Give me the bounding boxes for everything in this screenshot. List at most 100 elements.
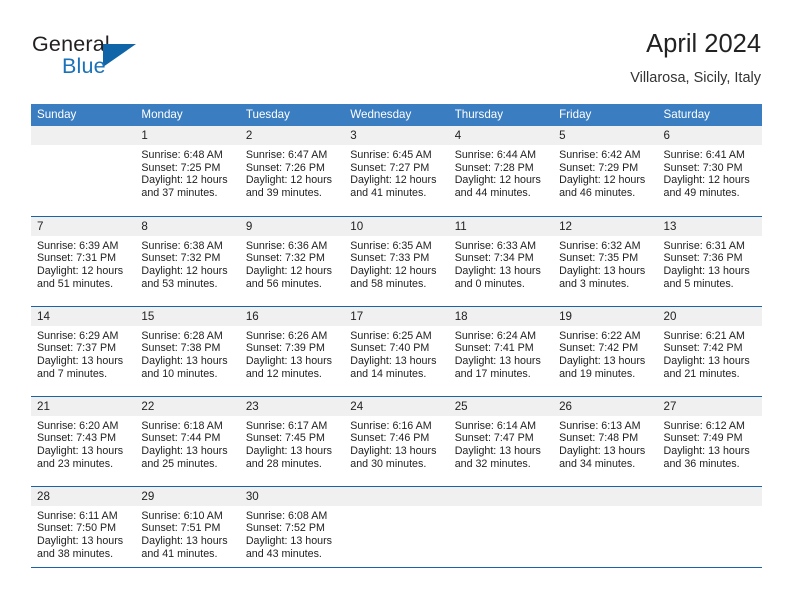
day-cell-inner: 4 Sunrise: 6:44 AM Sunset: 7:28 PM Daylight… bbox=[448, 126, 554, 216]
calendar-day-cell[interactable]: 12 Sunrise: 6:32 AM Sunset: 7:35 PM Dayligh… bbox=[553, 215, 658, 306]
calendar-day-cell[interactable]: 22 Sunrise: 6:18 AM Sunset: 7:44 PM Dayligh… bbox=[135, 395, 240, 486]
day-number: 5 bbox=[553, 126, 658, 145]
sunrise-text: Sunrise: 6:42 AM bbox=[559, 149, 641, 161]
day-cell-details: Sunrise: 6:14 AM Sunset: 7:47 PM Daylight:… bbox=[449, 416, 553, 471]
calendar-day-cell[interactable]: 19 Sunrise: 6:22 AM Sunset: 7:42 PM Dayligh… bbox=[553, 305, 658, 396]
day-number: 2 bbox=[239, 126, 345, 145]
calendar-day-cell[interactable]: 17 Sunrise: 6:25 AM Sunset: 7:40 PM Dayligh… bbox=[344, 305, 449, 396]
day-number: 7 bbox=[31, 216, 136, 236]
sunrise-text: Sunrise: 6:44 AM bbox=[454, 149, 537, 161]
calendar-day-cell[interactable]: 8 Sunrise: 6:38 AM Sunset: 7:32 PM Daylight… bbox=[135, 215, 240, 306]
weekday-header-tuesday: Tuesday bbox=[239, 104, 345, 126]
day-cell-inner: 5 Sunrise: 6:42 AM Sunset: 7:29 PM Daylight… bbox=[553, 126, 658, 216]
daylight-text-line1: Daylight: 13 hours bbox=[37, 534, 124, 547]
daylight-text-line1: Daylight: 12 hours bbox=[141, 174, 228, 187]
sunset-text: Sunset: 7:27 PM bbox=[350, 161, 430, 174]
daylight-text-line1: Daylight: 13 hours bbox=[37, 354, 124, 367]
calendar-day-cell[interactable]: 25 Sunrise: 6:14 AM Sunset: 7:47 PM Dayligh… bbox=[448, 395, 554, 486]
day-cell-details: Sunrise: 6:18 AM Sunset: 7:44 PM Daylight:… bbox=[135, 416, 239, 471]
day-cell-details bbox=[31, 145, 135, 149]
calendar-day-cell[interactable]: 27 Sunrise: 6:12 AM Sunset: 7:49 PM Dayligh… bbox=[657, 395, 762, 486]
day-cell-details: Sunrise: 6:35 AM Sunset: 7:33 PM Daylight:… bbox=[344, 236, 448, 291]
daylight-text-line2: and 36 minutes. bbox=[663, 457, 740, 470]
calendar-day-cell[interactable]: 6 Sunrise: 6:41 AM Sunset: 7:30 PM Daylight… bbox=[657, 126, 762, 216]
calendar-day-cell[interactable]: 26 Sunrise: 6:13 AM Sunset: 7:48 PM Dayligh… bbox=[553, 395, 658, 486]
daylight-text-line1: Daylight: 13 hours bbox=[141, 444, 228, 457]
day-cell-inner: 7 Sunrise: 6:39 AM Sunset: 7:31 PM Daylight… bbox=[31, 216, 136, 306]
sunset-text: Sunset: 7:28 PM bbox=[454, 161, 534, 174]
brand-name-blue: Blue bbox=[62, 54, 106, 78]
calendar-day-cell[interactable]: 21 Sunrise: 6:20 AM Sunset: 7:43 PM Dayligh… bbox=[31, 395, 136, 486]
daylight-text-line1: Daylight: 13 hours bbox=[663, 444, 750, 457]
calendar-day-cell[interactable]: 1 Sunrise: 6:48 AM Sunset: 7:25 PM Daylight… bbox=[135, 126, 240, 216]
calendar-day-cell[interactable]: 15 Sunrise: 6:28 AM Sunset: 7:38 PM Dayligh… bbox=[135, 305, 240, 396]
calendar-day-cell[interactable]: 23 Sunrise: 6:17 AM Sunset: 7:45 PM Dayligh… bbox=[239, 395, 345, 486]
day-cell-details: Sunrise: 6:41 AM Sunset: 7:30 PM Daylight:… bbox=[658, 145, 762, 200]
day-cell-inner: 25 Sunrise: 6:14 AM Sunset: 7:47 PM Dayligh… bbox=[448, 396, 554, 486]
day-cell-inner: 28 Sunrise: 6:11 AM Sunset: 7:50 PM Dayligh… bbox=[31, 486, 136, 577]
page-title: April 2024 bbox=[646, 30, 761, 58]
day-cell-inner bbox=[553, 486, 658, 577]
calendar-day-cell[interactable]: 24 Sunrise: 6:16 AM Sunset: 7:46 PM Dayligh… bbox=[344, 395, 449, 486]
calendar-day-cell[interactable]: 2 Sunrise: 6:47 AM Sunset: 7:26 PM Daylight… bbox=[239, 126, 345, 216]
daylight-text-line1: Daylight: 13 hours bbox=[559, 444, 646, 457]
day-cell-inner: 10 Sunrise: 6:35 AM Sunset: 7:33 PM Dayligh… bbox=[344, 216, 449, 306]
calendar-day-cell[interactable]: 3 Sunrise: 6:45 AM Sunset: 7:27 PM Daylight… bbox=[344, 126, 449, 216]
calendar-day-cell[interactable]: 13 Sunrise: 6:31 AM Sunset: 7:36 PM Dayligh… bbox=[657, 215, 762, 306]
day-number: 3 bbox=[344, 126, 449, 145]
calendar-day-cell[interactable]: 20 Sunrise: 6:21 AM Sunset: 7:42 PM Dayligh… bbox=[657, 305, 762, 396]
day-cell-inner: 9 Sunrise: 6:36 AM Sunset: 7:32 PM Daylight… bbox=[239, 216, 345, 306]
weekday-header-row: Sunday Monday Tuesday Wednesday Thursday Frid… bbox=[31, 104, 762, 126]
sunset-text: Sunset: 7:35 PM bbox=[559, 252, 639, 265]
day-cell-inner: 29 Sunrise: 6:10 AM Sunset: 7:51 PM Dayligh… bbox=[135, 486, 240, 577]
calendar-day-cell-empty bbox=[31, 126, 136, 216]
calendar-day-cell[interactable]: 18 Sunrise: 6:24 AM Sunset: 7:41 PM Dayligh… bbox=[448, 305, 554, 396]
daylight-text-line2: and 5 minutes. bbox=[663, 277, 734, 290]
sunset-text: Sunset: 7:42 PM bbox=[663, 342, 743, 355]
day-number: 27 bbox=[657, 396, 762, 416]
day-number bbox=[344, 486, 449, 506]
calendar-day-cell[interactable]: 4 Sunrise: 6:44 AM Sunset: 7:28 PM Daylight… bbox=[448, 126, 554, 216]
day-number bbox=[657, 486, 762, 506]
sunrise-text: Sunrise: 6:18 AM bbox=[141, 419, 223, 432]
calendar-day-cell[interactable]: 30 Sunrise: 6:08 AM Sunset: 7:52 PM Dayligh… bbox=[239, 485, 345, 576]
day-cell-inner: 6 Sunrise: 6:41 AM Sunset: 7:30 PM Daylight… bbox=[657, 126, 762, 216]
day-number: 6 bbox=[657, 126, 762, 145]
calendar-day-cell[interactable]: 16 Sunrise: 6:26 AM Sunset: 7:39 PM Dayligh… bbox=[239, 305, 345, 396]
day-cell-details bbox=[658, 506, 762, 510]
calendar-day-cell[interactable]: 11 Sunrise: 6:33 AM Sunset: 7:34 PM Dayligh… bbox=[448, 215, 554, 306]
daylight-text-line2: and 58 minutes. bbox=[350, 277, 427, 290]
sunrise-text: Sunrise: 6:45 AM bbox=[350, 149, 432, 161]
sunset-text: Sunset: 7:39 PM bbox=[245, 342, 325, 355]
calendar-day-cell[interactable]: 29 Sunrise: 6:10 AM Sunset: 7:51 PM Dayligh… bbox=[135, 485, 240, 577]
sunset-text: Sunset: 7:30 PM bbox=[663, 161, 743, 174]
daylight-text-line2: and 28 minutes. bbox=[245, 457, 322, 470]
calendar-day-cell[interactable]: 7 Sunrise: 6:39 AM Sunset: 7:31 PM Daylight… bbox=[31, 215, 136, 306]
day-cell-inner bbox=[448, 486, 554, 577]
sunset-text: Sunset: 7:32 PM bbox=[141, 252, 221, 265]
day-cell-details: Sunrise: 6:13 AM Sunset: 7:48 PM Daylight:… bbox=[553, 416, 657, 471]
daylight-text-line2: and 56 minutes. bbox=[245, 277, 322, 290]
calendar-day-cell[interactable]: 9 Sunrise: 6:36 AM Sunset: 7:32 PM Daylight… bbox=[239, 215, 345, 306]
weekday-header-friday: Friday bbox=[553, 104, 658, 126]
sunset-text: Sunset: 7:36 PM bbox=[663, 252, 743, 265]
day-cell-details: Sunrise: 6:20 AM Sunset: 7:43 PM Daylight:… bbox=[31, 416, 135, 471]
calendar-day-cell[interactable]: 28 Sunrise: 6:11 AM Sunset: 7:50 PM Dayligh… bbox=[31, 485, 136, 577]
day-cell-details: Sunrise: 6:10 AM Sunset: 7:51 PM Daylight:… bbox=[135, 506, 239, 561]
calendar-day-cell[interactable]: 14 Sunrise: 6:29 AM Sunset: 7:37 PM Dayligh… bbox=[31, 305, 136, 396]
daylight-text-line2: and 44 minutes. bbox=[454, 187, 531, 200]
calendar-day-cell[interactable]: 5 Sunrise: 6:42 AM Sunset: 7:29 PM Daylight… bbox=[553, 126, 658, 216]
calendar-day-cell-empty bbox=[657, 485, 762, 576]
calendar-week-row: 28 Sunrise: 6:11 AM Sunset: 7:50 PM Dayligh… bbox=[31, 485, 762, 577]
daylight-text-line1: Daylight: 13 hours bbox=[663, 354, 750, 367]
sunset-text: Sunset: 7:45 PM bbox=[245, 432, 325, 445]
day-number: 19 bbox=[553, 306, 658, 326]
day-cell-inner: 2 Sunrise: 6:47 AM Sunset: 7:26 PM Daylight… bbox=[239, 126, 345, 216]
calendar-day-cell[interactable]: 10 Sunrise: 6:35 AM Sunset: 7:33 PM Dayligh… bbox=[344, 215, 449, 306]
weekday-header-monday: Monday bbox=[135, 104, 240, 126]
brand-logo[interactable]: General Blue bbox=[31, 30, 231, 86]
day-number: 1 bbox=[135, 126, 240, 145]
sunset-text: Sunset: 7:51 PM bbox=[141, 522, 221, 535]
day-cell-details: Sunrise: 6:12 AM Sunset: 7:49 PM Daylight:… bbox=[658, 416, 762, 471]
day-cell-inner: 16 Sunrise: 6:26 AM Sunset: 7:39 PM Dayligh… bbox=[239, 306, 345, 396]
